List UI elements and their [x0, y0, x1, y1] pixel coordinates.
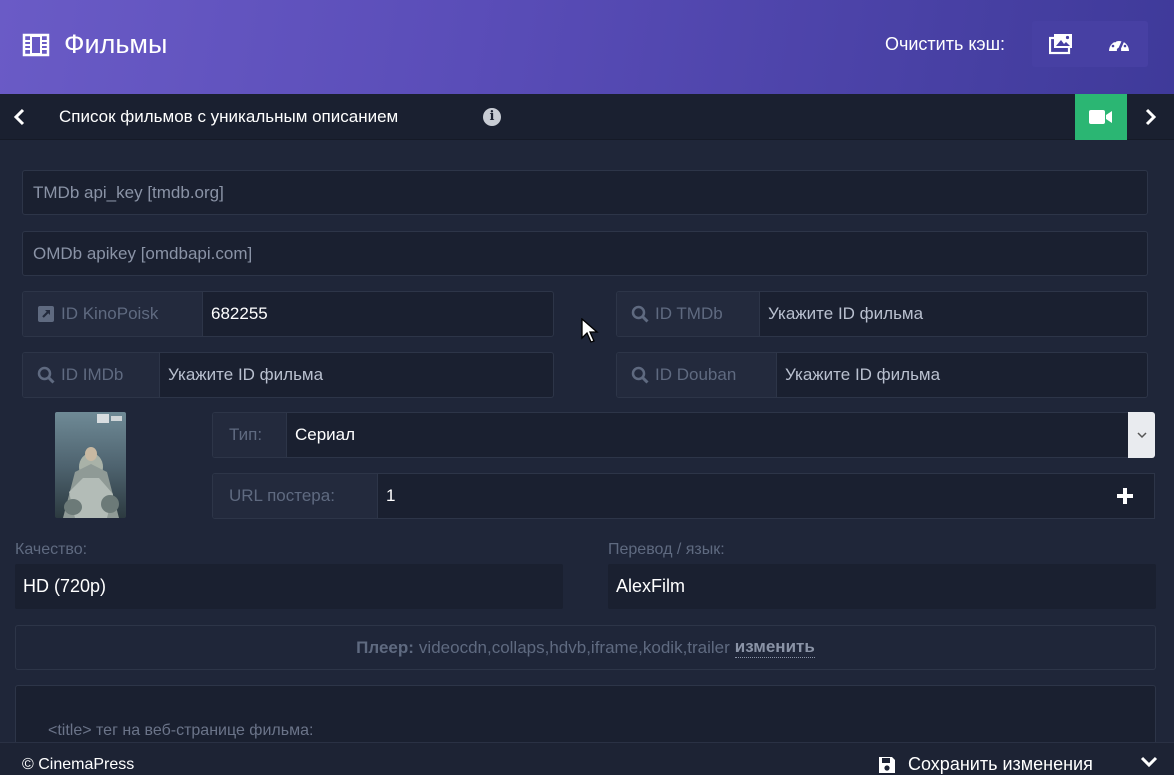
cache-button-group: [1032, 21, 1148, 67]
tmdb-id-label: ID TMDb: [655, 304, 723, 323]
copyright-text: © CinemaPress: [22, 756, 135, 773]
player-settings-row: Плеер: videocdn,collaps,hdvb,iframe,kodi…: [15, 625, 1156, 670]
title-tag-hint: <title> тег на веб-странице фильма:: [48, 722, 314, 739]
omdb-api-key-placeholder: OMDb apikey [omdbapi.com]: [33, 243, 253, 263]
clear-image-cache-button[interactable]: [1032, 21, 1090, 67]
kinopoisk-id-label: ID KinoPoisk: [61, 304, 159, 323]
type-select-dropdown-toggle[interactable]: [1128, 412, 1155, 458]
search-icon: [37, 366, 55, 384]
kinopoisk-id-group: ID KinoPoisk 682255: [22, 291, 554, 337]
type-select[interactable]: Сериал: [287, 413, 1128, 457]
film-icon: [22, 33, 50, 56]
video-button[interactable]: [1075, 94, 1127, 140]
previous-button[interactable]: [8, 104, 30, 130]
add-poster-button[interactable]: [1095, 473, 1155, 519]
floppy-disk-icon: [879, 756, 895, 773]
chevron-down-icon: [1140, 756, 1158, 768]
search-icon: [631, 305, 649, 323]
dashboard-icon: [1109, 39, 1129, 53]
type-label: Тип:: [229, 425, 263, 444]
douban-id-input[interactable]: Укажите ID фильма: [777, 353, 1147, 397]
external-link-icon: [38, 306, 54, 322]
poster-url-label: URL постера:: [229, 486, 335, 505]
save-changes-button[interactable]: Сохранить изменения: [878, 754, 1093, 775]
tmdb-id-input[interactable]: Укажите ID фильма: [760, 292, 1147, 336]
omdb-api-key-input[interactable]: OMDb apikey [omdbapi.com]: [22, 231, 1148, 276]
tmdb-id-addon: ID TMDb: [617, 292, 760, 336]
chevron-left-icon: [13, 108, 25, 126]
collapse-toggle[interactable]: [1140, 755, 1158, 773]
kinopoisk-id-input[interactable]: 682255: [203, 292, 553, 336]
poster-url-addon: URL постера:: [213, 474, 378, 518]
imdb-id-label: ID IMDb: [61, 365, 124, 384]
translation-input[interactable]: AlexFilm: [608, 564, 1156, 609]
douban-id-addon: ID Douban: [617, 353, 777, 397]
translation-label: Перевод / язык:: [608, 541, 725, 558]
header-title-group: Фильмы: [22, 29, 167, 60]
mouse-cursor-icon: [581, 318, 599, 343]
player-label: Плеер:: [356, 637, 414, 657]
info-icon[interactable]: i: [483, 108, 501, 126]
imdb-id-input[interactable]: Укажите ID фильма: [160, 353, 553, 397]
tmdb-id-group: ID TMDb Укажите ID фильма: [616, 291, 1148, 337]
type-select-group: Тип: Сериал: [212, 412, 1128, 458]
page-title: Фильмы: [64, 29, 168, 59]
image-icon: [1049, 34, 1072, 55]
douban-id-label: ID Douban: [655, 365, 737, 384]
quality-label: Качество:: [15, 541, 88, 558]
sub-navigation-bar: Список фильмов с уникальным описанием i: [0, 94, 1174, 140]
save-changes-label: Сохранить изменения: [908, 754, 1093, 774]
change-player-link[interactable]: изменить: [734, 637, 815, 658]
video-camera-icon: [1089, 110, 1112, 124]
douban-id-group: ID Douban Укажите ID фильма: [616, 352, 1148, 398]
plus-icon: [1116, 488, 1133, 504]
search-icon: [631, 366, 649, 384]
clear-speed-cache-button[interactable]: [1090, 21, 1148, 67]
chevron-down-icon: [1136, 431, 1147, 438]
tmdb-api-key-input[interactable]: TMDb api_key [tmdb.org]: [22, 170, 1148, 215]
footer-bar: © CinemaPress Сохранить изменения: [0, 742, 1174, 775]
next-button[interactable]: [1140, 104, 1162, 130]
player-value: videocdn,collaps,hdvb,iframe,kodik,trail…: [418, 637, 730, 657]
type-label-addon: Тип:: [213, 413, 287, 457]
kinopoisk-id-addon: ID KinoPoisk: [23, 292, 203, 336]
chevron-right-icon: [1145, 108, 1157, 126]
poster-url-input[interactable]: 1: [378, 474, 1095, 518]
app-header: Фильмы Очистить кэш:: [0, 0, 1174, 94]
tmdb-api-key-placeholder: TMDb api_key [tmdb.org]: [33, 182, 224, 202]
imdb-id-group: ID IMDb Укажите ID фильма: [22, 352, 554, 398]
poster-artwork: [55, 412, 126, 518]
imdb-id-addon: ID IMDb: [23, 353, 160, 397]
movie-poster-image: [55, 412, 126, 518]
clear-cache-label: Очистить кэш:: [885, 34, 1006, 54]
section-title: Список фильмов с уникальным описанием: [59, 107, 399, 126]
quality-input[interactable]: HD (720p): [15, 564, 563, 609]
poster-url-group: URL постера: 1: [212, 473, 1096, 519]
